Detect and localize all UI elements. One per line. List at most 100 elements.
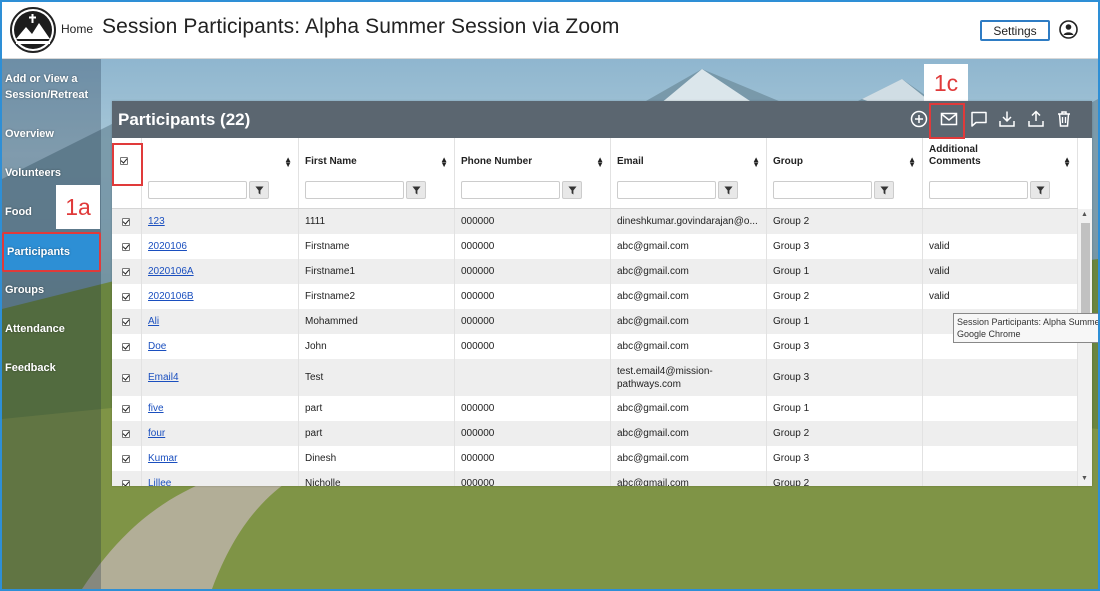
phone-cell: 000000: [455, 284, 611, 309]
sort-icon[interactable]: ▲ ▼: [284, 156, 292, 169]
phone-cell: 000000: [455, 421, 611, 446]
table-row[interactable]: Kumar Dinesh 000000 abc@gmail.com Group …: [112, 446, 1078, 471]
filter-icon[interactable]: [1030, 181, 1050, 199]
first-name-cell: Mohammed: [299, 309, 455, 334]
filter-icon[interactable]: [249, 181, 269, 199]
filter-input-id[interactable]: [148, 181, 247, 199]
callout-1c: 1c: [924, 64, 968, 102]
row-checkbox[interactable]: [122, 373, 130, 382]
email-cell: abc@gmail.com: [611, 259, 767, 284]
table-scrollbar[interactable]: ▲ ▼: [1078, 209, 1092, 486]
add-icon[interactable]: [909, 109, 929, 129]
scroll-thumb[interactable]: [1081, 223, 1090, 315]
table-row[interactable]: Email4 Test test.email4@mission-pathways…: [112, 359, 1078, 396]
filter-icon[interactable]: [874, 181, 894, 199]
group-cell: Group 1: [767, 309, 923, 334]
sort-icon[interactable]: ▲ ▼: [440, 156, 448, 169]
comments-cell: [923, 446, 1078, 471]
first-name-cell: Firstname: [299, 234, 455, 259]
phone-cell: 000000: [455, 446, 611, 471]
participant-id-link[interactable]: Lillee: [148, 477, 171, 486]
table-row[interactable]: 2020106B Firstname2 000000 abc@gmail.com…: [112, 284, 1078, 309]
filter-input-comments[interactable]: [929, 181, 1028, 199]
row-checkbox[interactable]: [122, 429, 130, 438]
participant-id-link[interactable]: Email4: [148, 371, 179, 384]
group-cell: Group 2: [767, 209, 923, 234]
row-checkbox[interactable]: [122, 317, 130, 326]
sidebar-item-groups[interactable]: Groups: [2, 282, 101, 298]
row-checkbox[interactable]: [122, 342, 130, 351]
participant-id-link[interactable]: Ali: [148, 315, 159, 328]
top-header: Home Session Participants: Alpha Summer …: [2, 2, 1098, 59]
filter-icon[interactable]: [718, 181, 738, 199]
row-checkbox[interactable]: [122, 479, 130, 486]
filter-input-group[interactable]: [773, 181, 872, 199]
filter-input-email[interactable]: [617, 181, 716, 199]
first-name-cell: Dinesh: [299, 446, 455, 471]
participant-id-link[interactable]: four: [148, 427, 165, 440]
sidebar-item-add-session[interactable]: Add or View a Session/Retreat: [2, 71, 101, 103]
table-row[interactable]: Ali Mohammed 000000 abc@gmail.com Group …: [112, 309, 1078, 334]
table-row[interactable]: 2020106 Firstname 000000 abc@gmail.com G…: [112, 234, 1078, 259]
row-checkbox[interactable]: [122, 267, 130, 276]
group-cell: Group 3: [767, 446, 923, 471]
first-name-cell: Nicholle: [299, 471, 455, 486]
sidebar-item-attendance[interactable]: Attendance: [2, 321, 101, 337]
scroll-down-icon[interactable]: ▼: [1081, 475, 1088, 482]
group-cell: Group 3: [767, 234, 923, 259]
sidebar-item-volunteers[interactable]: Volunteers: [2, 165, 101, 181]
filter-icon[interactable]: [406, 181, 426, 199]
sidebar-item-participants[interactable]: Participants: [2, 232, 101, 272]
sidebar: Add or View a Session/Retreat Overview V…: [2, 59, 101, 589]
sort-icon[interactable]: ▲ ▼: [908, 156, 916, 169]
table-row[interactable]: 123 1111 000000 dineshkumar.govindarajan…: [112, 209, 1078, 234]
row-checkbox[interactable]: [122, 404, 130, 413]
settings-button[interactable]: Settings: [980, 20, 1050, 41]
filter-input-first-name[interactable]: [305, 181, 404, 199]
participant-id-link[interactable]: 2020106A: [148, 265, 194, 278]
filter-input-phone[interactable]: [461, 181, 560, 199]
participant-id-link[interactable]: Kumar: [148, 452, 177, 465]
email-cell: abc@gmail.com: [611, 234, 767, 259]
participant-id-link[interactable]: 123: [148, 215, 165, 228]
group-cell: Group 1: [767, 259, 923, 284]
table-row[interactable]: Doe John 000000 abc@gmail.com Group 3: [112, 334, 1078, 359]
email-cell: abc@gmail.com: [611, 284, 767, 309]
user-icon[interactable]: [1059, 20, 1078, 39]
sort-icon[interactable]: ▲ ▼: [752, 156, 760, 169]
row-checkbox[interactable]: [122, 217, 130, 226]
message-icon[interactable]: [969, 109, 989, 129]
logo-icon[interactable]: [10, 7, 56, 53]
group-cell: Group 3: [767, 359, 923, 396]
sort-icon[interactable]: ▲ ▼: [596, 156, 604, 169]
delete-icon[interactable]: [1054, 109, 1074, 129]
participant-id-link[interactable]: 2020106: [148, 240, 187, 253]
table-body: 123 1111 000000 dineshkumar.govindarajan…: [112, 209, 1078, 486]
sidebar-item-feedback[interactable]: Feedback: [2, 360, 101, 376]
group-cell: Group 2: [767, 421, 923, 446]
phone-cell: 000000: [455, 309, 611, 334]
app-window: Home Session Participants: Alpha Summer …: [2, 2, 1098, 589]
participant-id-link[interactable]: Doe: [148, 340, 166, 353]
row-checkbox[interactable]: [122, 242, 130, 251]
phone-cell: 000000: [455, 234, 611, 259]
participant-id-link[interactable]: five: [148, 402, 164, 415]
participant-id-link[interactable]: 2020106B: [148, 290, 194, 303]
sort-icon[interactable]: ▲ ▼: [1063, 156, 1071, 169]
scroll-up-icon[interactable]: ▲: [1081, 211, 1088, 218]
table-row[interactable]: five part 000000 abc@gmail.com Group 1: [112, 396, 1078, 421]
column-phone: Phone Number ▲ ▼: [455, 138, 611, 208]
table-row[interactable]: four part 000000 abc@gmail.com Group 2: [112, 421, 1078, 446]
row-checkbox[interactable]: [122, 292, 130, 301]
upload-icon[interactable]: [1026, 109, 1046, 129]
row-checkbox[interactable]: [122, 454, 130, 463]
table-row[interactable]: 2020106A Firstname1 000000 abc@gmail.com…: [112, 259, 1078, 284]
first-name-cell: John: [299, 334, 455, 359]
table-row[interactable]: Lillee Nicholle 000000 abc@gmail.com Gro…: [112, 471, 1078, 486]
column-group-label: Group: [773, 156, 803, 167]
filter-icon[interactable]: [562, 181, 582, 199]
home-link[interactable]: Home: [61, 22, 93, 36]
sidebar-item-overview[interactable]: Overview: [2, 126, 101, 142]
download-icon[interactable]: [997, 109, 1017, 129]
column-email: Email ▲ ▼: [611, 138, 767, 208]
